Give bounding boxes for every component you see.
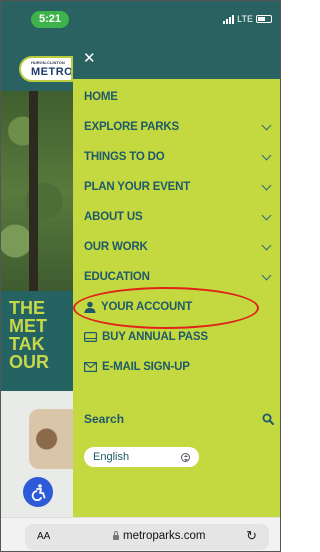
email-signup-label: E-MAIL SIGN-UP — [102, 361, 190, 373]
logo-text: METRO — [31, 66, 73, 78]
select-arrows-icon — [181, 452, 190, 462]
reload-icon[interactable]: ↻ — [246, 528, 257, 544]
text-size-button[interactable]: AA — [37, 531, 50, 542]
language-selected: English — [93, 451, 130, 463]
phone-screen: 5:21 LTE HURON-CLINTON METRO THE MET TAK… — [0, 0, 281, 552]
menu-item-things-to-do[interactable]: THINGS TO DO — [84, 148, 272, 166]
logo-top-text: HURON-CLINTON — [31, 60, 65, 65]
chevron-down-icon[interactable] — [261, 270, 272, 280]
menu-item-label: PLAN YOUR EVENT — [84, 181, 191, 193]
navigation-drawer: ✕ HOME EXPLORE PARKS THINGS TO DO PLAN Y… — [73, 41, 280, 531]
card-icon — [84, 332, 97, 342]
menu-item-our-work[interactable]: OUR WORK — [84, 238, 272, 256]
search-row[interactable]: Search — [84, 409, 274, 429]
search-label: Search — [84, 412, 125, 426]
menu-item-education[interactable]: EDUCATION — [84, 268, 272, 286]
chevron-down-icon[interactable] — [261, 180, 272, 190]
status-time: 5:21 — [31, 11, 69, 28]
menu-item-label: ABOUT US — [84, 211, 143, 223]
search-icon[interactable] — [262, 413, 274, 425]
hero-tree — [29, 91, 38, 291]
buy-annual-pass-label: BUY ANNUAL PASS — [102, 331, 208, 343]
menu-item-plan-your-event[interactable]: PLAN YOUR EVENT — [84, 178, 272, 196]
browser-bar: AA metroparks.com ↻ — [1, 517, 280, 551]
accessibility-icon — [31, 484, 46, 501]
menu-item-label: OUR WORK — [84, 241, 148, 253]
hero-line: TAK — [9, 334, 45, 354]
language-select[interactable]: English — [84, 447, 199, 467]
content-photo — [29, 409, 73, 469]
status-icons: LTE — [223, 14, 272, 24]
chevron-down-icon[interactable] — [261, 240, 272, 250]
lock-icon — [113, 531, 119, 540]
hero-line: THE — [9, 298, 45, 318]
url-display[interactable]: metroparks.com — [113, 530, 205, 542]
menu-item-explore-parks[interactable]: EXPLORE PARKS — [84, 118, 272, 136]
email-signup-link[interactable]: E-MAIL SIGN-UP — [84, 358, 190, 376]
signal-icon — [223, 14, 235, 24]
your-account-label: YOUR ACCOUNT — [101, 301, 193, 313]
url-text: metroparks.com — [123, 530, 206, 542]
status-bar: 5:21 LTE — [1, 1, 280, 41]
accessibility-button[interactable] — [23, 477, 53, 507]
network-label: LTE — [237, 14, 253, 24]
buy-annual-pass-link[interactable]: BUY ANNUAL PASS — [84, 328, 208, 346]
metroparks-logo[interactable]: HURON-CLINTON METRO — [19, 56, 73, 82]
chevron-down-icon[interactable] — [261, 150, 272, 160]
mail-icon — [84, 362, 97, 372]
hero-line: MET — [9, 316, 47, 336]
address-bar[interactable]: AA metroparks.com ↻ — [25, 524, 269, 550]
hero-text: THE MET TAK OUR — [9, 299, 49, 371]
chevron-down-icon[interactable] — [261, 210, 272, 220]
your-account-link[interactable]: YOUR ACCOUNT — [84, 298, 192, 316]
battery-icon — [256, 15, 272, 23]
hero-line: OUR — [9, 352, 49, 372]
menu-item-label: EXPLORE PARKS — [84, 121, 179, 133]
close-icon[interactable]: ✕ — [83, 51, 96, 66]
menu-item-home[interactable]: HOME — [84, 88, 272, 106]
menu-item-label: EDUCATION — [84, 271, 150, 283]
menu-item-label: HOME — [84, 91, 118, 103]
drawer-header: ✕ — [73, 41, 280, 79]
person-icon — [84, 301, 96, 313]
menu-item-label: THINGS TO DO — [84, 151, 165, 163]
menu-item-about-us[interactable]: ABOUT US — [84, 208, 272, 226]
chevron-down-icon[interactable] — [261, 120, 272, 130]
